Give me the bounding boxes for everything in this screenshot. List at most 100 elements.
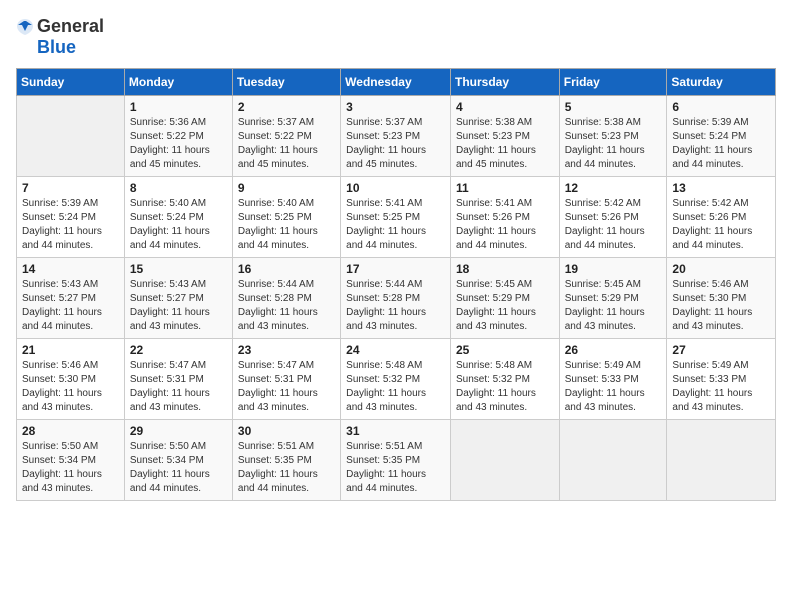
day-number: 4	[456, 100, 554, 114]
calendar-table: SundayMondayTuesdayWednesdayThursdayFrid…	[16, 68, 776, 501]
day-number: 15	[130, 262, 227, 276]
day-info: Sunrise: 5:36 AM Sunset: 5:22 PM Dayligh…	[130, 116, 227, 172]
calendar-cell: 4 Sunrise: 5:38 AM Sunset: 5:23 PM Daylig…	[450, 96, 559, 177]
day-info: Sunrise: 5:37 AM Sunset: 5:22 PM Dayligh…	[238, 116, 335, 172]
calendar-cell: 10 Sunrise: 5:41 AM Sunset: 5:25 PM Dayli…	[341, 177, 451, 258]
day-info: Sunrise: 5:51 AM Sunset: 5:35 PM Dayligh…	[346, 440, 445, 496]
calendar-cell: 30 Sunrise: 5:51 AM Sunset: 5:35 PM Dayli…	[232, 420, 340, 501]
day-info: Sunrise: 5:46 AM Sunset: 5:30 PM Dayligh…	[672, 278, 770, 334]
column-header-wednesday: Wednesday	[341, 69, 451, 96]
calendar-week-row: 7Sunrise: 5:39 AM Sunset: 5:24 PM Daylig…	[17, 177, 776, 258]
day-number: 18	[456, 262, 554, 276]
day-info: Sunrise: 5:43 AM Sunset: 5:27 PM Dayligh…	[130, 278, 227, 334]
day-number: 9	[238, 181, 335, 195]
day-info: Sunrise: 5:46 AM Sunset: 5:30 PM Dayligh…	[22, 359, 119, 415]
calendar-week-row: 28Sunrise: 5:50 AM Sunset: 5:34 PM Dayli…	[17, 420, 776, 501]
day-info: Sunrise: 5:38 AM Sunset: 5:23 PM Dayligh…	[456, 116, 554, 172]
day-number: 25	[456, 343, 554, 357]
logo-blue: Blue	[37, 37, 76, 58]
day-info: Sunrise: 5:47 AM Sunset: 5:31 PM Dayligh…	[130, 359, 227, 415]
calendar-cell: 8 Sunrise: 5:40 AM Sunset: 5:24 PM Daylig…	[124, 177, 232, 258]
calendar-cell: 5 Sunrise: 5:38 AM Sunset: 5:23 PM Daylig…	[559, 96, 667, 177]
day-number: 20	[672, 262, 770, 276]
day-info: Sunrise: 5:48 AM Sunset: 5:32 PM Dayligh…	[456, 359, 554, 415]
day-number: 26	[565, 343, 662, 357]
day-number: 6	[672, 100, 770, 114]
calendar-cell: 21Sunrise: 5:46 AM Sunset: 5:30 PM Dayli…	[17, 339, 125, 420]
page-header: General Blue	[16, 16, 776, 58]
day-info: Sunrise: 5:49 AM Sunset: 5:33 PM Dayligh…	[565, 359, 662, 415]
day-info: Sunrise: 5:40 AM Sunset: 5:25 PM Dayligh…	[238, 197, 335, 253]
calendar-week-row: 1Sunrise: 5:36 AM Sunset: 5:22 PM Daylig…	[17, 96, 776, 177]
calendar-cell: 27 Sunrise: 5:49 AM Sunset: 5:33 PM Dayli…	[667, 339, 776, 420]
day-number: 19	[565, 262, 662, 276]
calendar-cell: 1Sunrise: 5:36 AM Sunset: 5:22 PM Daylig…	[124, 96, 232, 177]
calendar-week-row: 21Sunrise: 5:46 AM Sunset: 5:30 PM Dayli…	[17, 339, 776, 420]
day-number: 23	[238, 343, 335, 357]
calendar-cell: 2 Sunrise: 5:37 AM Sunset: 5:22 PM Daylig…	[232, 96, 340, 177]
day-number: 22	[130, 343, 227, 357]
day-info: Sunrise: 5:40 AM Sunset: 5:24 PM Dayligh…	[130, 197, 227, 253]
calendar-cell: 20 Sunrise: 5:46 AM Sunset: 5:30 PM Dayli…	[667, 258, 776, 339]
day-number: 17	[346, 262, 445, 276]
day-number: 3	[346, 100, 445, 114]
day-info: Sunrise: 5:48 AM Sunset: 5:32 PM Dayligh…	[346, 359, 445, 415]
day-info: Sunrise: 5:38 AM Sunset: 5:23 PM Dayligh…	[565, 116, 662, 172]
calendar-cell: 12Sunrise: 5:42 AM Sunset: 5:26 PM Dayli…	[559, 177, 667, 258]
calendar-cell: 31 Sunrise: 5:51 AM Sunset: 5:35 PM Dayli…	[341, 420, 451, 501]
day-info: Sunrise: 5:42 AM Sunset: 5:26 PM Dayligh…	[565, 197, 662, 253]
calendar-cell: 11 Sunrise: 5:41 AM Sunset: 5:26 PM Dayli…	[450, 177, 559, 258]
calendar-cell: 6 Sunrise: 5:39 AM Sunset: 5:24 PM Daylig…	[667, 96, 776, 177]
day-info: Sunrise: 5:47 AM Sunset: 5:31 PM Dayligh…	[238, 359, 335, 415]
calendar-cell: 3 Sunrise: 5:37 AM Sunset: 5:23 PM Daylig…	[341, 96, 451, 177]
calendar-cell: 16 Sunrise: 5:44 AM Sunset: 5:28 PM Dayli…	[232, 258, 340, 339]
calendar-cell: 22 Sunrise: 5:47 AM Sunset: 5:31 PM Dayli…	[124, 339, 232, 420]
calendar-cell: 13 Sunrise: 5:42 AM Sunset: 5:26 PM Dayli…	[667, 177, 776, 258]
day-number: 5	[565, 100, 662, 114]
calendar-cell: 9 Sunrise: 5:40 AM Sunset: 5:25 PM Daylig…	[232, 177, 340, 258]
column-header-friday: Friday	[559, 69, 667, 96]
day-number: 8	[130, 181, 227, 195]
column-header-tuesday: Tuesday	[232, 69, 340, 96]
day-info: Sunrise: 5:49 AM Sunset: 5:33 PM Dayligh…	[672, 359, 770, 415]
calendar-cell: 28Sunrise: 5:50 AM Sunset: 5:34 PM Dayli…	[17, 420, 125, 501]
day-number: 27	[672, 343, 770, 357]
day-info: Sunrise: 5:39 AM Sunset: 5:24 PM Dayligh…	[22, 197, 119, 253]
logo: General Blue	[16, 16, 104, 58]
calendar-header: SundayMondayTuesdayWednesdayThursdayFrid…	[17, 69, 776, 96]
day-info: Sunrise: 5:44 AM Sunset: 5:28 PM Dayligh…	[238, 278, 335, 334]
calendar-cell: 7Sunrise: 5:39 AM Sunset: 5:24 PM Daylig…	[17, 177, 125, 258]
calendar-cell: 18 Sunrise: 5:45 AM Sunset: 5:29 PM Dayli…	[450, 258, 559, 339]
day-number: 30	[238, 424, 335, 438]
day-number: 2	[238, 100, 335, 114]
day-number: 16	[238, 262, 335, 276]
calendar-cell	[667, 420, 776, 501]
day-info: Sunrise: 5:45 AM Sunset: 5:29 PM Dayligh…	[565, 278, 662, 334]
day-number: 10	[346, 181, 445, 195]
day-info: Sunrise: 5:42 AM Sunset: 5:26 PM Dayligh…	[672, 197, 770, 253]
column-header-monday: Monday	[124, 69, 232, 96]
day-info: Sunrise: 5:44 AM Sunset: 5:28 PM Dayligh…	[346, 278, 445, 334]
calendar-cell: 23 Sunrise: 5:47 AM Sunset: 5:31 PM Dayli…	[232, 339, 340, 420]
calendar-cell: 14 Sunrise: 5:43 AM Sunset: 5:27 PM Dayli…	[17, 258, 125, 339]
day-number: 11	[456, 181, 554, 195]
day-info: Sunrise: 5:45 AM Sunset: 5:29 PM Dayligh…	[456, 278, 554, 334]
calendar-cell	[450, 420, 559, 501]
calendar-cell: 17 Sunrise: 5:44 AM Sunset: 5:28 PM Dayli…	[341, 258, 451, 339]
day-number: 31	[346, 424, 445, 438]
day-number: 14	[22, 262, 119, 276]
day-number: 13	[672, 181, 770, 195]
day-number: 29	[130, 424, 227, 438]
day-info: Sunrise: 5:43 AM Sunset: 5:27 PM Dayligh…	[22, 278, 119, 334]
logo-general: General	[37, 16, 104, 37]
day-info: Sunrise: 5:41 AM Sunset: 5:26 PM Dayligh…	[456, 197, 554, 253]
calendar-cell	[17, 96, 125, 177]
column-header-saturday: Saturday	[667, 69, 776, 96]
calendar-cell: 26 Sunrise: 5:49 AM Sunset: 5:33 PM Dayli…	[559, 339, 667, 420]
day-info: Sunrise: 5:51 AM Sunset: 5:35 PM Dayligh…	[238, 440, 335, 496]
day-info: Sunrise: 5:39 AM Sunset: 5:24 PM Dayligh…	[672, 116, 770, 172]
day-info: Sunrise: 5:41 AM Sunset: 5:25 PM Dayligh…	[346, 197, 445, 253]
calendar-cell: 24Sunrise: 5:48 AM Sunset: 5:32 PM Dayli…	[341, 339, 451, 420]
day-info: Sunrise: 5:37 AM Sunset: 5:23 PM Dayligh…	[346, 116, 445, 172]
column-header-sunday: Sunday	[17, 69, 125, 96]
